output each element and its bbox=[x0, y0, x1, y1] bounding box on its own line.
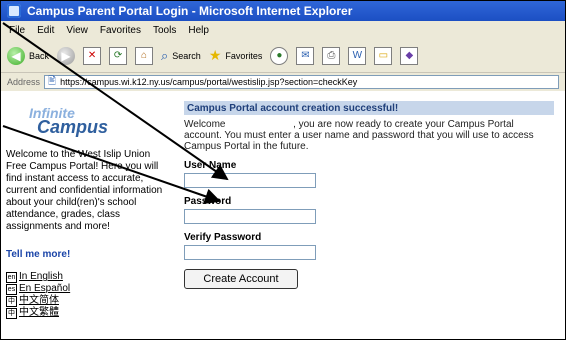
arrow-to-username bbox=[2, 22, 229, 181]
browser-window: Campus Parent Portal Login - Microsoft I… bbox=[0, 0, 566, 340]
arrow-to-password bbox=[2, 125, 221, 204]
annotation-arrows bbox=[2, 22, 229, 204]
